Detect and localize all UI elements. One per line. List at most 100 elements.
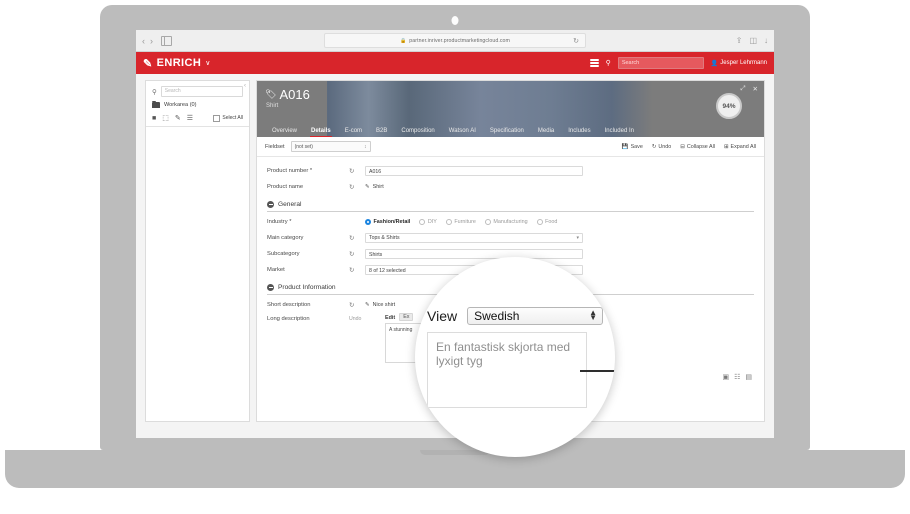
stepper-icon[interactable]: ▲ ▼ [589,311,597,321]
history-icon[interactable]: ↻ [349,266,365,274]
collapse-section-icon[interactable] [267,284,274,291]
section-general[interactable]: General [267,195,754,212]
tab-specification[interactable]: Specification [483,128,531,137]
chevron-down-icon[interactable]: ∨ [205,59,211,67]
expand-icon[interactable]: ⤢ [740,85,745,93]
collapse-icon: ⊟ [680,144,685,150]
reload-icon[interactable]: ↻ [573,37,579,45]
radio-dot-icon [419,219,425,225]
field-main-category: Main category ↻ Tops & Shirts ▾ [267,230,754,246]
main-category-select[interactable]: Tops & Shirts ▾ [365,233,583,243]
radio-food[interactable]: Food [537,219,558,225]
back-icon[interactable]: ‹ [142,36,145,46]
sidebar-toggle-icon[interactable] [161,36,172,46]
product-name-value-wrap[interactable]: ✎ Shirt [365,184,384,190]
url-bar[interactable]: 🔒 partner.inriver.productmarketingcloud.… [324,33,586,48]
folder-icon [152,102,160,108]
magnifier-underline [580,370,615,372]
fieldset-value: (not set) [295,144,313,150]
download-icon[interactable]: ↓ [764,36,768,45]
magnifier-view-row: View Swedish ▲ ▼ [427,307,603,325]
fieldset-select[interactable]: (not set) ↕ [291,141,371,152]
section-product-information-title: Product Information [278,284,336,291]
product-name-label: Product name [267,184,349,190]
sidebar-collapse-icon[interactable]: ‹ [244,83,246,89]
compact-view-icon[interactable]: ▤ [745,373,752,381]
card-view-icon[interactable]: ⬚ [162,114,169,122]
sidebar-search-input[interactable]: Search [161,86,243,97]
radio-dot-icon [537,219,543,225]
pencil-icon: ✎ [365,184,370,190]
close-icon[interactable]: ✕ [753,85,758,93]
save-label: Save [631,144,643,150]
undo-label: Undo [658,144,671,150]
radio-food-label: Food [545,219,557,225]
grid-view-icon[interactable]: ■ [152,115,156,122]
long-description-undo[interactable]: Undo [349,313,385,322]
brand-logo[interactable]: ✎ ENRICH ∨ [143,57,211,70]
radio-furniture[interactable]: Furniture [446,219,476,225]
select-all-control[interactable]: Select All [213,115,243,122]
product-hero: 🏷 A016 Shirt ⤢ ✕ 94% Overview Details E [257,81,764,137]
expand-all-button[interactable]: ⊞ Expand All [724,144,756,150]
share-icon[interactable]: ⇪ [736,36,743,45]
history-icon[interactable]: ↻ [349,301,365,309]
radio-furniture-label: Furniture [454,219,476,225]
history-icon[interactable]: ↻ [349,167,365,175]
history-icon[interactable]: ↻ [349,183,365,191]
list-view-icon[interactable]: ☷ [734,373,740,381]
hamburger-icon[interactable] [590,58,599,69]
history-icon[interactable]: ↻ [349,250,365,258]
short-description-value-wrap[interactable]: ✎ Nice shirt [365,302,395,308]
product-number-input[interactable]: A016 [365,166,583,176]
select-all-checkbox[interactable] [213,115,220,122]
stepper-down-icon[interactable]: ▼ [589,316,597,321]
collapse-all-button[interactable]: ⊟ Collapse All [680,144,715,150]
radio-dot-icon [365,219,371,225]
split-view-icon[interactable]: ▣ [722,373,729,381]
radio-manufacturing-label: Manufacturing [493,219,527,225]
sidebar-item-workarea[interactable]: Workarea (0) [146,100,249,110]
tab-overview[interactable]: Overview [265,128,304,137]
radio-fashion-retail[interactable]: Fashion/Retail [365,219,410,225]
product-name-value: Shirt [373,184,384,190]
undo-icon: ↻ [652,144,657,150]
user-name: Jesper Lehrmann [720,60,767,66]
brush-icon[interactable]: ✎ [175,114,181,122]
undo-button[interactable]: ↻ Undo [652,144,671,150]
forward-icon[interactable]: › [150,36,153,46]
tab-included-in[interactable]: Included In [598,128,641,137]
sidebar-toolbar: ■ ⬚ ✎ ☰ Select All [146,110,249,127]
collapse-section-icon[interactable] [267,201,274,208]
tab-composition[interactable]: Composition [394,128,441,137]
brand-label: ENRICH [157,57,202,69]
radio-manufacturing[interactable]: Manufacturing [485,219,528,225]
save-button[interactable]: 💾 Save [622,144,643,150]
tab-details[interactable]: Details [304,128,338,137]
main-category-value: Tops & Shirts [369,233,400,243]
history-icon[interactable]: ↻ [349,234,365,242]
editor-tab-edit[interactable]: Edit [385,315,395,321]
tab-watson-ai[interactable]: Watson AI [442,128,483,137]
description-textarea[interactable]: En fantastisk skjorta med lyxigt tyg [427,332,587,408]
tab-includes[interactable]: Includes [561,128,597,137]
main-category-label: Main category [267,235,349,241]
browser-chrome: ‹ › 🔒 partner.inriver.productmarketingcl… [136,30,774,52]
tab-media[interactable]: Media [531,128,561,137]
language-select[interactable]: Swedish ▲ ▼ [467,307,603,325]
sidebar-search-row: ⚲ Search [146,81,249,100]
browser-nav-buttons[interactable]: ‹ › [142,36,172,46]
editor-tab-ex[interactable]: Ex [399,313,413,321]
product-number-label: Product number * [267,168,349,174]
radio-diy-label: DIY [428,219,437,225]
tab-ecom[interactable]: E-com [338,128,369,137]
search-icon[interactable]: ⚲ [606,59,611,67]
search-input[interactable]: Search [618,57,704,69]
user-menu[interactable]: 👤 Jesper Lehrmann [711,60,767,67]
tabs-icon[interactable]: ◫ [749,36,757,45]
tag-icon: 🏷 [265,89,276,100]
radio-diy[interactable]: DIY [419,219,437,225]
list-view-icon[interactable]: ☰ [187,114,193,122]
expand-icon: ⊞ [724,144,729,150]
tab-b2b[interactable]: B2B [369,128,394,137]
